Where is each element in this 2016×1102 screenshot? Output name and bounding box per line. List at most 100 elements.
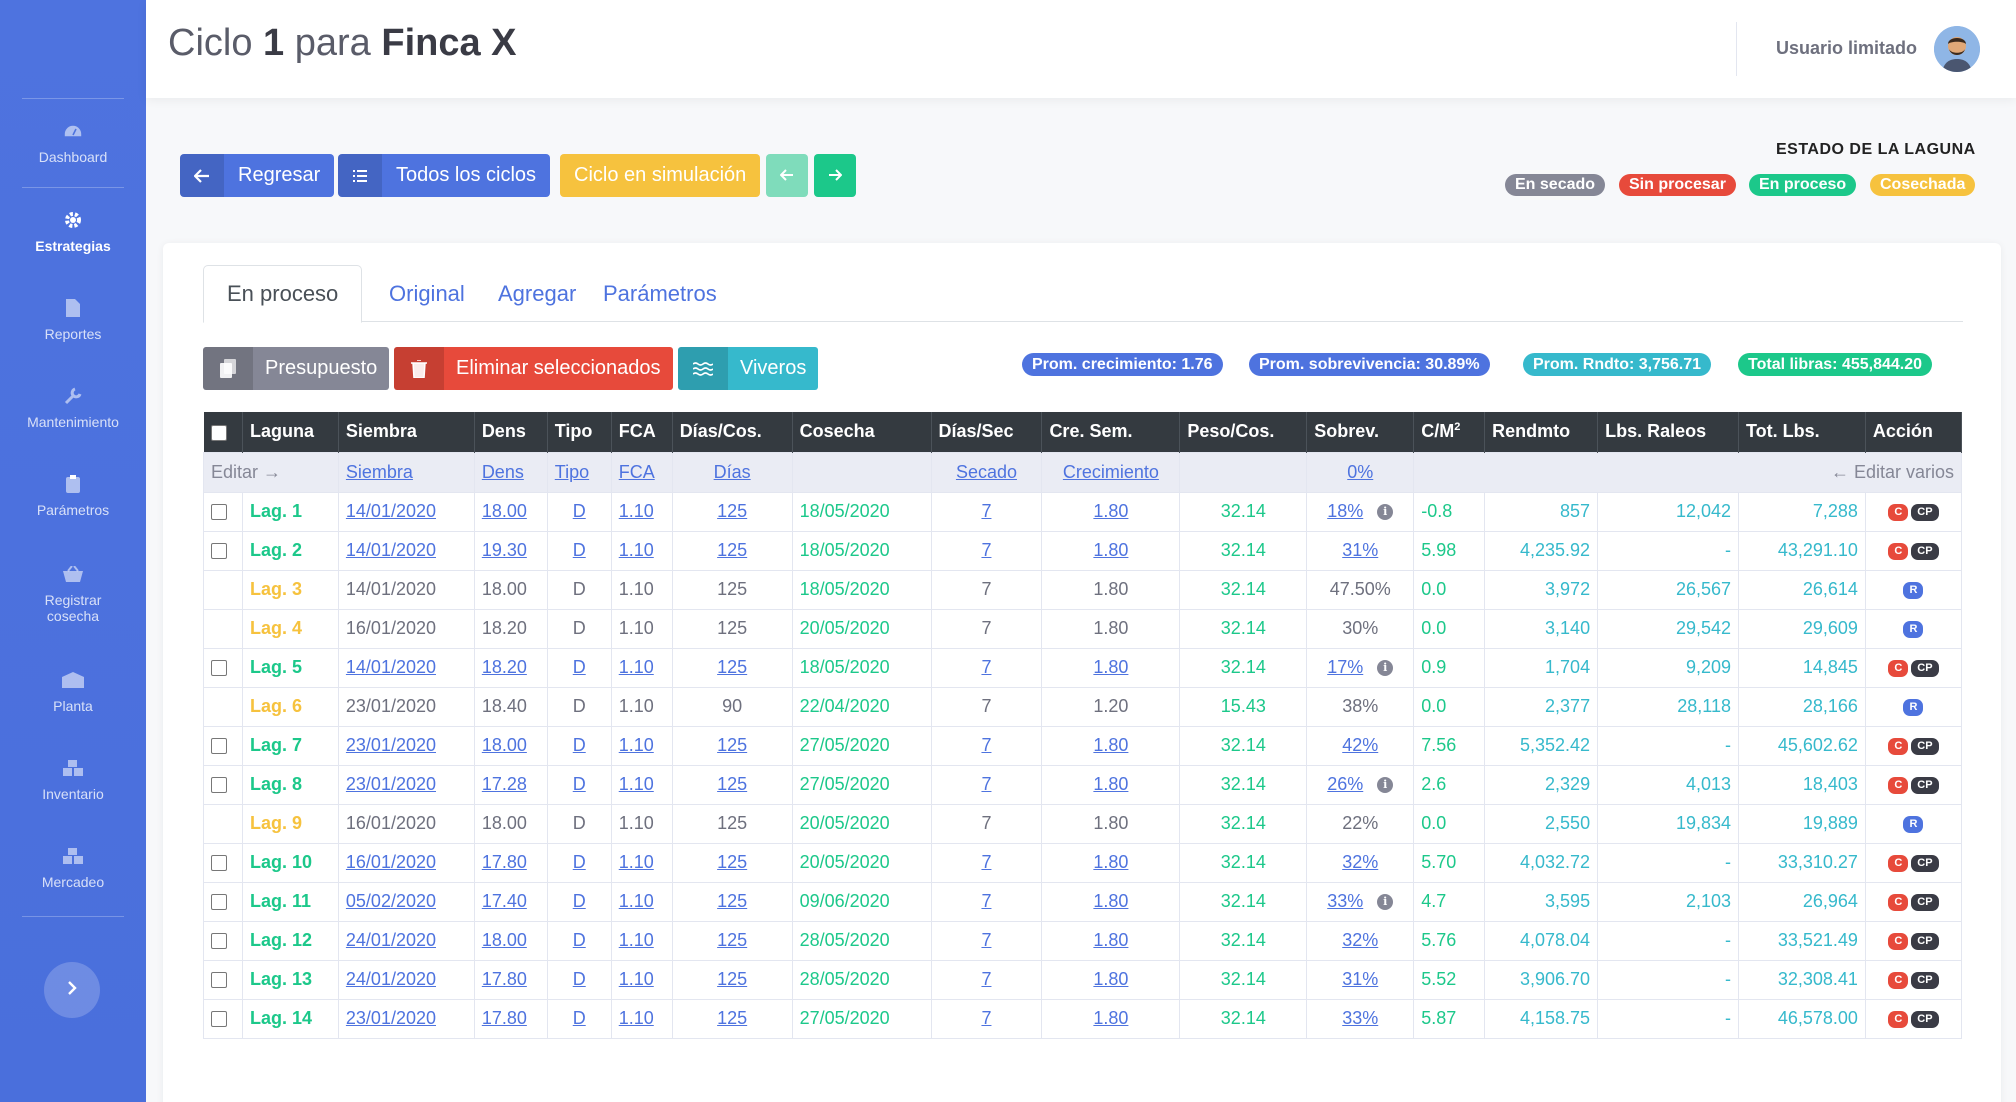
cell-link[interactable]: 1.10 [619,1008,654,1028]
cell-link[interactable]: 14/01/2020 [346,540,436,560]
row-checkbox[interactable] [211,855,227,872]
sidebar-item-dashboard[interactable]: Dashboard [0,99,146,187]
row-checkbox[interactable] [211,504,227,521]
tab-original[interactable]: Original [366,265,488,323]
cell-link[interactable]: 16/01/2020 [346,852,436,872]
cell-link[interactable]: 7 [981,891,991,911]
avatar[interactable] [1934,26,1980,72]
harvest-button[interactable]: C [1888,1010,1909,1028]
cell-link[interactable]: 17.80 [482,969,527,989]
cell-link[interactable]: 7 [981,657,991,677]
harvest-button[interactable]: C [1888,503,1909,521]
cell-link[interactable]: 1.10 [619,774,654,794]
info-icon[interactable]: i [1377,894,1394,911]
cell-link[interactable]: 1.80 [1093,969,1128,989]
cell-link[interactable]: 1.10 [619,657,654,677]
partial-harvest-button[interactable]: CP [1911,932,1939,950]
tab-en-proceso[interactable]: En proceso [203,265,363,323]
column-header[interactable]: Tot. Lbs. [1738,412,1866,452]
cell-link[interactable]: 19.30 [482,540,527,560]
cell-link[interactable]: 18.00 [482,930,527,950]
cell-link[interactable]: D [573,891,586,911]
cell-link[interactable]: D [573,774,586,794]
cell-link[interactable]: 17% [1327,657,1363,677]
cell-link[interactable]: 33% [1327,891,1363,911]
row-checkbox[interactable] [211,933,227,950]
cell-link[interactable]: 14/01/2020 [346,657,436,677]
column-header[interactable]: Días/Sec [931,412,1043,452]
cell-link[interactable]: 7 [981,501,991,521]
sidebar-item-registrar-cosecha[interactable]: Registrar cosecha [0,540,146,648]
cell-link[interactable]: 31% [1342,540,1378,560]
cell-link[interactable]: 125 [717,774,747,794]
cell-link[interactable]: 1.80 [1093,1008,1128,1028]
cell-link[interactable]: 32% [1342,930,1378,950]
row-checkbox[interactable] [211,777,227,794]
info-icon[interactable]: i [1377,777,1394,794]
harvest-button[interactable]: C [1888,971,1909,989]
column-header[interactable]: Cre. Sem. [1041,412,1181,452]
column-header[interactable]: Tipo [547,412,612,452]
column-header[interactable]: Días/Cos. [672,412,793,452]
cell-link[interactable]: 33% [1342,1008,1378,1028]
cell-link[interactable]: 125 [717,891,747,911]
cell-link[interactable]: 1.10 [619,735,654,755]
report-button[interactable]: R [1903,620,1924,638]
cell-link[interactable]: 1.10 [619,852,654,872]
column-header-cm[interactable]: C/M2 [1413,412,1486,452]
cell-link[interactable]: 17.40 [482,891,527,911]
cell-link[interactable]: 7 [981,735,991,755]
sidebar-toggle-button[interactable] [44,962,100,1018]
harvest-button[interactable]: C [1888,776,1909,794]
sidebar-item-estrategias[interactable]: Estrategias [0,188,146,276]
info-icon[interactable]: i [1377,504,1394,521]
sidebar-item-mantenimiento[interactable]: Mantenimiento [0,364,146,452]
partial-harvest-button[interactable]: CP [1911,776,1939,794]
column-header[interactable]: Lbs. Raleos [1597,412,1739,452]
report-button[interactable]: R [1903,698,1924,716]
report-button[interactable]: R [1903,815,1924,833]
column-header[interactable]: Acción [1865,412,1963,452]
sidebar-item-inventario[interactable]: Inventario [0,736,146,824]
delete-selected-button[interactable]: Eliminar seleccionados [394,347,673,390]
cell-link[interactable]: 18% [1327,501,1363,521]
cell-link[interactable]: 7 [981,774,991,794]
partial-harvest-button[interactable]: CP [1911,659,1939,677]
cell-link[interactable]: 1.80 [1093,501,1128,521]
sidebar-item-planta[interactable]: Planta [0,648,146,736]
harvest-button[interactable]: C [1888,542,1909,560]
cell-link[interactable]: 26% [1327,774,1363,794]
row-checkbox[interactable] [211,1011,227,1028]
cell-link[interactable]: 1.80 [1093,852,1128,872]
edit-siembra-link[interactable]: Siembra [346,462,413,482]
cell-link[interactable]: 125 [717,969,747,989]
cell-link[interactable]: 05/02/2020 [346,891,436,911]
report-button[interactable]: R [1903,581,1924,599]
cell-link[interactable]: 18.00 [482,501,527,521]
cell-link[interactable]: 7 [981,540,991,560]
back-button[interactable]: Regresar [180,154,335,197]
column-header[interactable]: FCA [611,412,673,452]
cell-link[interactable]: 125 [717,930,747,950]
edit-sobrev-link[interactable]: 0% [1347,462,1373,482]
column-header[interactable]: Siembra [338,412,475,452]
prev-cycle-button[interactable] [766,154,808,197]
nursery-button[interactable]: Viveros [678,347,819,390]
cell-link[interactable]: 125 [717,1008,747,1028]
cell-link[interactable]: D [573,657,586,677]
cell-link[interactable]: 17.80 [482,852,527,872]
info-icon[interactable]: i [1377,660,1394,677]
row-checkbox[interactable] [211,972,227,989]
cell-link[interactable]: 18.00 [482,735,527,755]
cell-link[interactable]: D [573,735,586,755]
cell-link[interactable]: 17.28 [482,774,527,794]
cell-link[interactable]: D [573,540,586,560]
cell-link[interactable]: D [573,501,586,521]
column-header[interactable]: Laguna [242,412,339,452]
edit-many-link[interactable]: ← Editar varios [1413,451,1962,493]
edit-fca-link[interactable]: FCA [619,462,655,482]
partial-harvest-button[interactable]: CP [1911,1010,1939,1028]
harvest-button[interactable]: C [1888,737,1909,755]
edit-crecimiento-link[interactable]: Crecimiento [1063,462,1159,482]
row-checkbox[interactable] [211,894,227,911]
